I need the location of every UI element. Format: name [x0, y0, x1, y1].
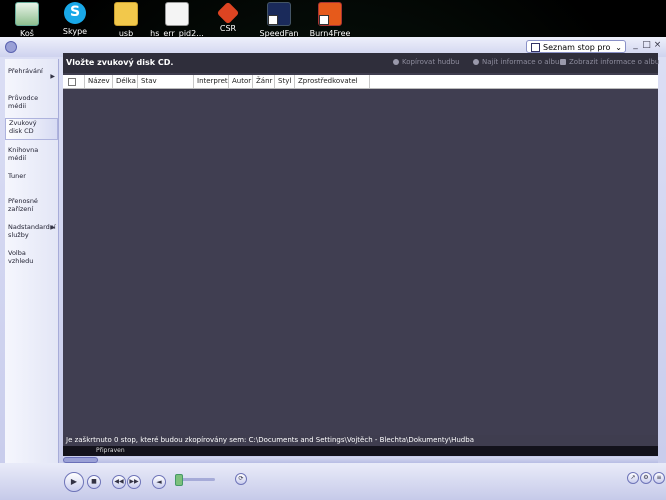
skype-icon	[64, 2, 86, 24]
text-document-icon	[165, 2, 189, 26]
player-status-text: Připraven	[96, 447, 125, 454]
taskbar-item-label: Volba vzhledu	[8, 249, 34, 265]
shuffle-icon: ⟳	[238, 475, 244, 482]
taskbar-item-label: Přehrávání	[8, 67, 43, 75]
taskbar-item-playback[interactable]: Přehrávání ▶	[5, 67, 58, 87]
taskbar-item-media-guide[interactable]: Průvodce médii	[5, 94, 39, 116]
chevron-right-icon: ▶	[50, 73, 55, 80]
next-icon: ▶▶	[129, 478, 139, 485]
track-table-header: Název Délka Stav kopírování Interpret Au…	[63, 75, 658, 98]
taskbar-item-media-library[interactable]: Knihovna médií	[5, 146, 39, 168]
minimize-button[interactable]: _	[631, 41, 640, 50]
previous-icon: ◀◀	[114, 478, 124, 485]
mute-button[interactable]: ◄	[152, 475, 166, 489]
stop-icon: ■	[91, 478, 97, 485]
speaker-icon: ◄	[156, 478, 162, 486]
taskbar-item-label: Přenosné zařízení	[8, 197, 38, 213]
equalizer-button[interactable]: ≡	[653, 472, 665, 484]
player-status-bar: Připraven	[63, 446, 658, 456]
play-button[interactable]: ▶	[64, 472, 84, 492]
gear-icon: ⚙	[643, 474, 649, 481]
playlist-selector[interactable]: Seznam stop pro kopíro ⌄	[526, 40, 626, 65]
csr-shortcut-icon	[216, 1, 240, 25]
compact-mode-icon: ↗	[630, 474, 636, 481]
desktop-icon-label: Skype	[62, 27, 88, 36]
player-taskbar: Přehrávání ▶ Průvodce médii Zvukový disk…	[5, 59, 59, 492]
volume-slider-handle[interactable]	[175, 474, 183, 486]
folder-icon	[114, 2, 138, 26]
recycle-bin-icon	[15, 2, 39, 26]
desktop-icon-usb[interactable]: usb	[99, 0, 153, 38]
view-album-info-button[interactable]: Zobrazit informace o albu	[560, 58, 659, 66]
taskbar-item-audio-cd[interactable]: Zvukový disk CD	[5, 118, 58, 140]
column-header-data-provider[interactable]: Zprostředkovatel dat	[295, 75, 370, 98]
copy-music-label: Kopírovat hudbu	[402, 58, 460, 66]
settings-button[interactable]: ⚙	[640, 472, 652, 484]
desktop-icon-recycle-bin[interactable]: Koš	[0, 0, 54, 38]
taskbar-item-label: Tuner	[8, 172, 26, 180]
column-header-genre[interactable]: Žánr	[253, 75, 275, 88]
playback-controls: ▶ ■ ◀◀ ▶▶ ◄ ⟳ ↗ ⚙ ≡	[0, 463, 666, 500]
column-header-style[interactable]: Styl	[275, 75, 295, 88]
restore-button[interactable]: □	[642, 41, 651, 50]
select-all-column[interactable]	[63, 75, 85, 88]
copy-music-icon	[393, 59, 399, 65]
equalizer-icon: ≡	[656, 474, 662, 481]
shuffle-button[interactable]: ⟳	[235, 473, 247, 485]
next-button[interactable]: ▶▶	[127, 475, 141, 489]
content-header: Vložte zvukový disk CD. Kopírovat hudbu …	[63, 53, 659, 73]
magnifier-icon	[473, 59, 479, 65]
desktop-icon-csr[interactable]: CSR	[201, 0, 255, 33]
cd-content-pane: Vložte zvukový disk CD. Kopírovat hudbu …	[63, 53, 659, 446]
page-title: Vložte zvukový disk CD.	[66, 58, 174, 67]
taskbar-item-label: Nadstandardní služby	[8, 223, 56, 239]
shortcut-arrow-icon	[268, 15, 278, 25]
copy-destination-status: Je zaškrtnuto 0 stop, které budou zkopír…	[66, 436, 474, 444]
column-header-composer[interactable]: Autor	[229, 75, 253, 88]
compact-mode-button[interactable]: ↗	[627, 472, 639, 484]
playlist-icon	[531, 43, 540, 52]
speedfan-shortcut-icon	[267, 2, 291, 26]
column-header-title[interactable]: Název	[85, 75, 113, 88]
taskbar-item-label: Průvodce médii	[8, 94, 39, 110]
taskbar-item-label: Knihovna médií	[8, 146, 39, 162]
desktop-icon-burn4free[interactable]: Burn4Free	[303, 0, 357, 38]
chevron-right-icon: ▶	[50, 224, 55, 231]
taskbar-item-label: Zvukový disk CD	[9, 119, 37, 135]
shortcut-arrow-icon	[319, 15, 329, 25]
taskbar-item-tuner[interactable]: Tuner	[5, 172, 58, 182]
stop-button[interactable]: ■	[87, 475, 101, 489]
desktop-icon-speedfan[interactable]: SpeedFan	[252, 0, 306, 38]
copy-music-button[interactable]: Kopírovat hudbu	[393, 58, 460, 66]
column-header-artist[interactable]: Interpret	[194, 75, 229, 88]
album-info-icon	[560, 59, 566, 65]
column-header-copy-status[interactable]: Stav kopírování	[138, 75, 194, 98]
play-icon: ▶	[70, 477, 78, 486]
player-menu-button[interactable]	[5, 41, 17, 53]
taskbar-item-premium-services[interactable]: Nadstandardní služby ▶	[5, 223, 58, 245]
select-all-checkbox[interactable]	[68, 78, 76, 86]
track-list[interactable]	[63, 89, 658, 435]
close-button[interactable]: ×	[653, 41, 662, 50]
find-album-info-label: Najít informace o albu	[482, 58, 560, 66]
desktop-icon-label: CSR	[219, 24, 237, 33]
taskbar-item-portable-device[interactable]: Přenosné zařízení	[5, 197, 41, 219]
desktop-icon-skype[interactable]: Skype	[48, 0, 102, 36]
find-album-info-button[interactable]: Najít informace o albu	[473, 58, 559, 66]
column-header-length[interactable]: Délka	[113, 75, 138, 88]
taskbar-item-skin-chooser[interactable]: Volba vzhledu	[5, 249, 35, 271]
previous-button[interactable]: ◀◀	[112, 475, 126, 489]
view-album-info-label: Zobrazit informace o albu	[569, 58, 660, 66]
desktop-icon-hs-err[interactable]: hs_err_pid2...	[150, 0, 204, 38]
burn4free-shortcut-icon	[318, 2, 342, 26]
